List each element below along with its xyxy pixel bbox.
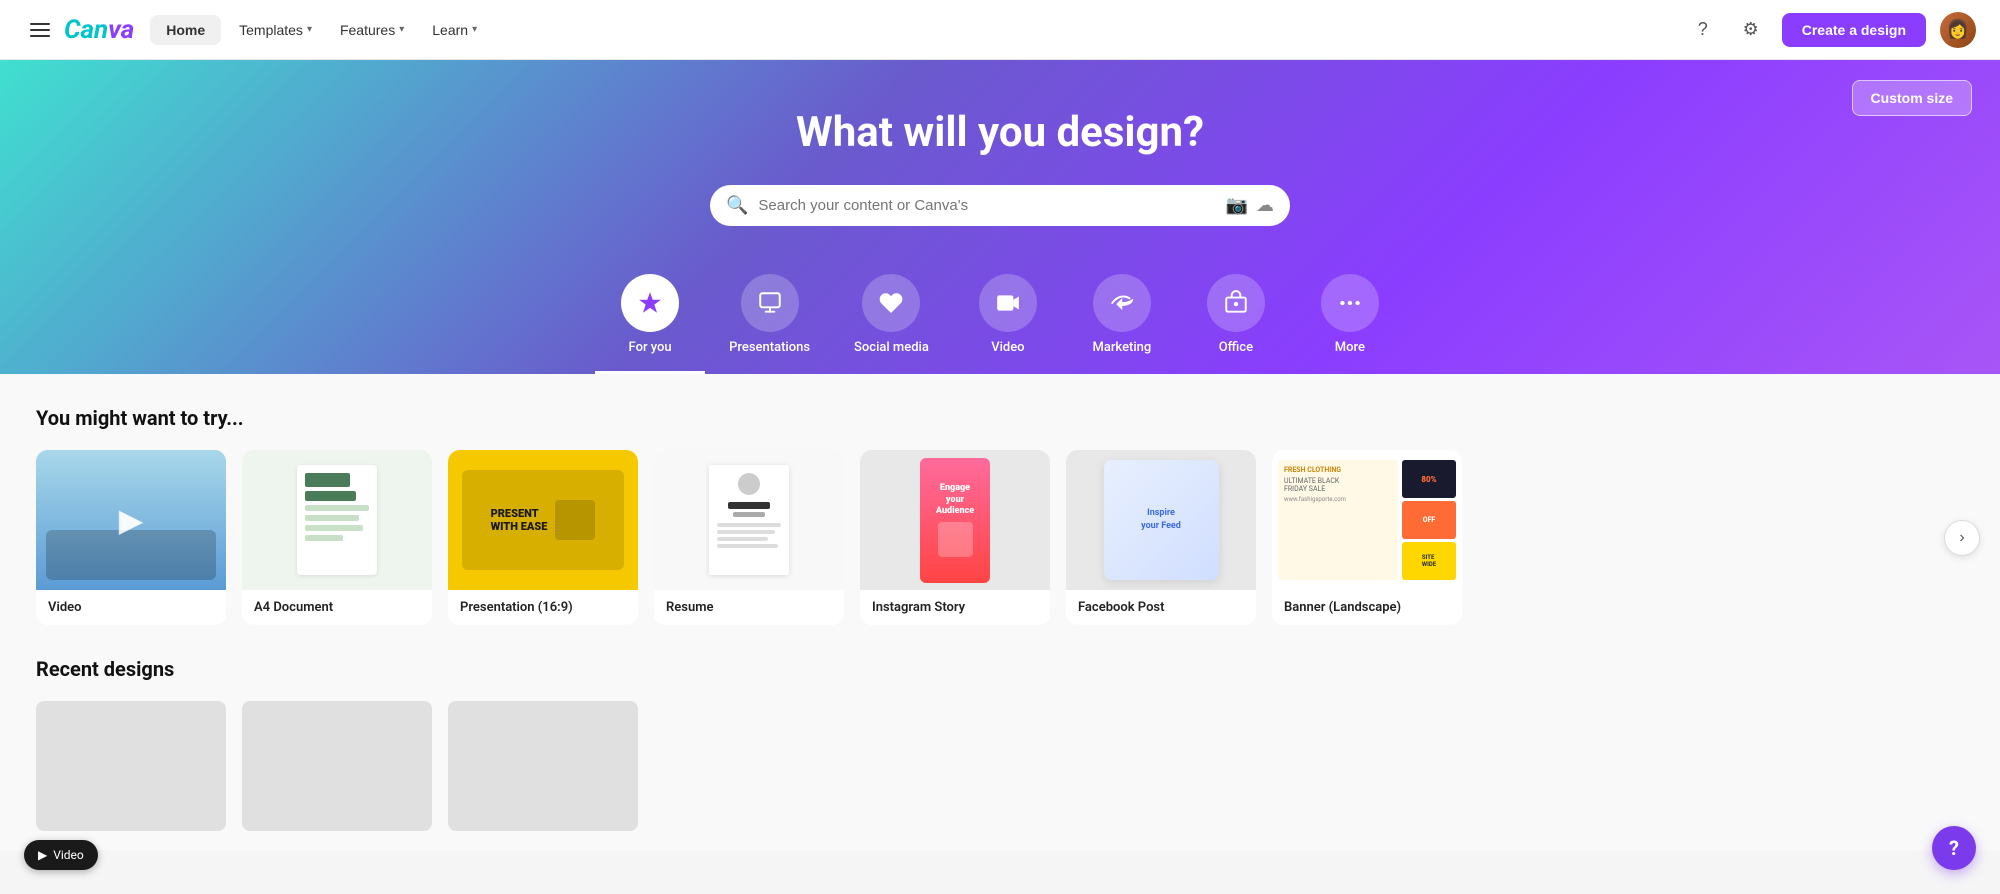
category-row: For you Presentations Social media	[0, 262, 2000, 374]
presentations-icon	[741, 274, 799, 332]
card-video[interactable]: ▶ Video	[36, 450, 226, 625]
help-button[interactable]: ?	[1686, 13, 1720, 47]
camera-search-button[interactable]: 📷	[1226, 195, 1248, 216]
card-banner[interactable]: FRESH CLOTHING ULTIMATE BLACKFRIDAY SALE…	[1272, 450, 1462, 625]
category-label-office: Office	[1219, 340, 1253, 355]
search-input[interactable]	[758, 197, 1215, 214]
card-instagram-story[interactable]: EngageyourAudience Instagram Story	[860, 450, 1050, 625]
chevron-down-icon: ▾	[472, 24, 477, 35]
avatar[interactable]: 👩	[1940, 12, 1976, 48]
card-a4[interactable]: A4 Document	[242, 450, 432, 625]
card-thumb-banner: FRESH CLOTHING ULTIMATE BLACKFRIDAY SALE…	[1272, 450, 1462, 590]
video-icon	[979, 274, 1037, 332]
card-label-video: Video	[36, 590, 226, 625]
card-label-resume: Resume	[654, 590, 844, 625]
card-thumb-presentation: PRESENTWITH EASE	[448, 450, 638, 590]
card-label-a4: A4 Document	[242, 590, 432, 625]
category-social-media[interactable]: Social media	[834, 262, 949, 374]
scroll-next-button[interactable]: ›	[1944, 520, 1980, 556]
canva-logo[interactable]: Canva	[64, 15, 134, 45]
card-thumb-facebook: Inspireyour Feed	[1066, 450, 1256, 590]
card-facebook-post[interactable]: Inspireyour Feed Facebook Post	[1066, 450, 1256, 625]
hamburger-menu[interactable]	[24, 17, 56, 43]
category-presentations[interactable]: Presentations	[709, 262, 830, 374]
recent-section-title: Recent designs	[36, 657, 1964, 681]
templates-nav-link[interactable]: Templates ▾	[229, 15, 322, 45]
chevron-down-icon: ▾	[399, 24, 404, 35]
help-bubble[interactable]: ?	[1932, 826, 1976, 870]
card-thumb-video: ▶	[36, 450, 226, 590]
category-label-social-media: Social media	[854, 340, 929, 355]
settings-button[interactable]: ⚙	[1734, 13, 1768, 47]
nav-left: Canva Home Templates ▾ Features ▾ Learn …	[24, 15, 487, 45]
card-label-banner: Banner (Landscape)	[1272, 590, 1462, 625]
category-label-for-you: For you	[629, 340, 672, 355]
card-label-story: Instagram Story	[860, 590, 1050, 625]
category-label-video: Video	[991, 340, 1024, 355]
category-video[interactable]: Video	[953, 262, 1063, 374]
chevron-down-icon: ▾	[307, 24, 312, 35]
nav-right: ? ⚙ Create a design 👩	[1686, 12, 1976, 48]
video-bubble[interactable]: ▶ Video	[24, 840, 98, 870]
card-thumb-a4	[242, 450, 432, 590]
recent-design-item[interactable]	[242, 701, 432, 831]
home-button[interactable]: Home	[150, 15, 221, 45]
recent-design-item[interactable]	[448, 701, 638, 831]
card-resume[interactable]: Resume	[654, 450, 844, 625]
office-icon	[1207, 274, 1265, 332]
category-label-presentations: Presentations	[729, 340, 810, 355]
card-label-presentation: Presentation (16:9)	[448, 590, 638, 625]
recent-design-item[interactable]	[36, 701, 226, 831]
card-presentation[interactable]: PRESENTWITH EASE Presentation (16:9)	[448, 450, 638, 625]
cards-row: ▶ Video A4 Document	[36, 450, 1964, 625]
marketing-icon	[1093, 274, 1151, 332]
card-label-facebook: Facebook Post	[1066, 590, 1256, 625]
custom-size-button[interactable]: Custom size	[1852, 80, 1972, 116]
category-marketing[interactable]: Marketing	[1067, 262, 1177, 374]
category-office[interactable]: Office	[1181, 262, 1291, 374]
learn-nav-link[interactable]: Learn ▾	[422, 15, 487, 45]
category-more[interactable]: More	[1295, 262, 1405, 374]
category-label-more: More	[1335, 340, 1365, 355]
recent-designs-row	[36, 701, 1964, 831]
category-label-marketing: Marketing	[1092, 340, 1151, 355]
hero-section: Custom size What will you design? 🔍 📷 ☁ …	[0, 60, 2000, 374]
video-icon: ▶	[38, 848, 47, 862]
hero-title: What will you design?	[0, 108, 2000, 157]
social-media-icon	[862, 274, 920, 332]
try-section-title: You might want to try...	[36, 406, 1964, 430]
navbar: Canva Home Templates ▾ Features ▾ Learn …	[0, 0, 2000, 60]
search-bar: 🔍 📷 ☁	[710, 185, 1290, 226]
search-bar-container: 🔍 📷 ☁	[0, 185, 2000, 226]
recent-section: Recent designs	[0, 625, 2000, 851]
category-for-you[interactable]: For you	[595, 262, 705, 374]
more-icon	[1321, 274, 1379, 332]
features-nav-link[interactable]: Features ▾	[330, 15, 414, 45]
card-thumb-story: EngageyourAudience	[860, 450, 1050, 590]
search-actions: 📷 ☁	[1226, 195, 1274, 216]
search-icon: 🔍	[726, 195, 748, 216]
for-you-icon	[621, 274, 679, 332]
upload-search-button[interactable]: ☁	[1256, 195, 1274, 216]
card-thumb-resume	[654, 450, 844, 590]
create-design-button[interactable]: Create a design	[1782, 13, 1926, 47]
main-content: You might want to try... ▶ Video	[0, 374, 2000, 625]
cards-container: ▶ Video A4 Document	[36, 450, 1964, 625]
